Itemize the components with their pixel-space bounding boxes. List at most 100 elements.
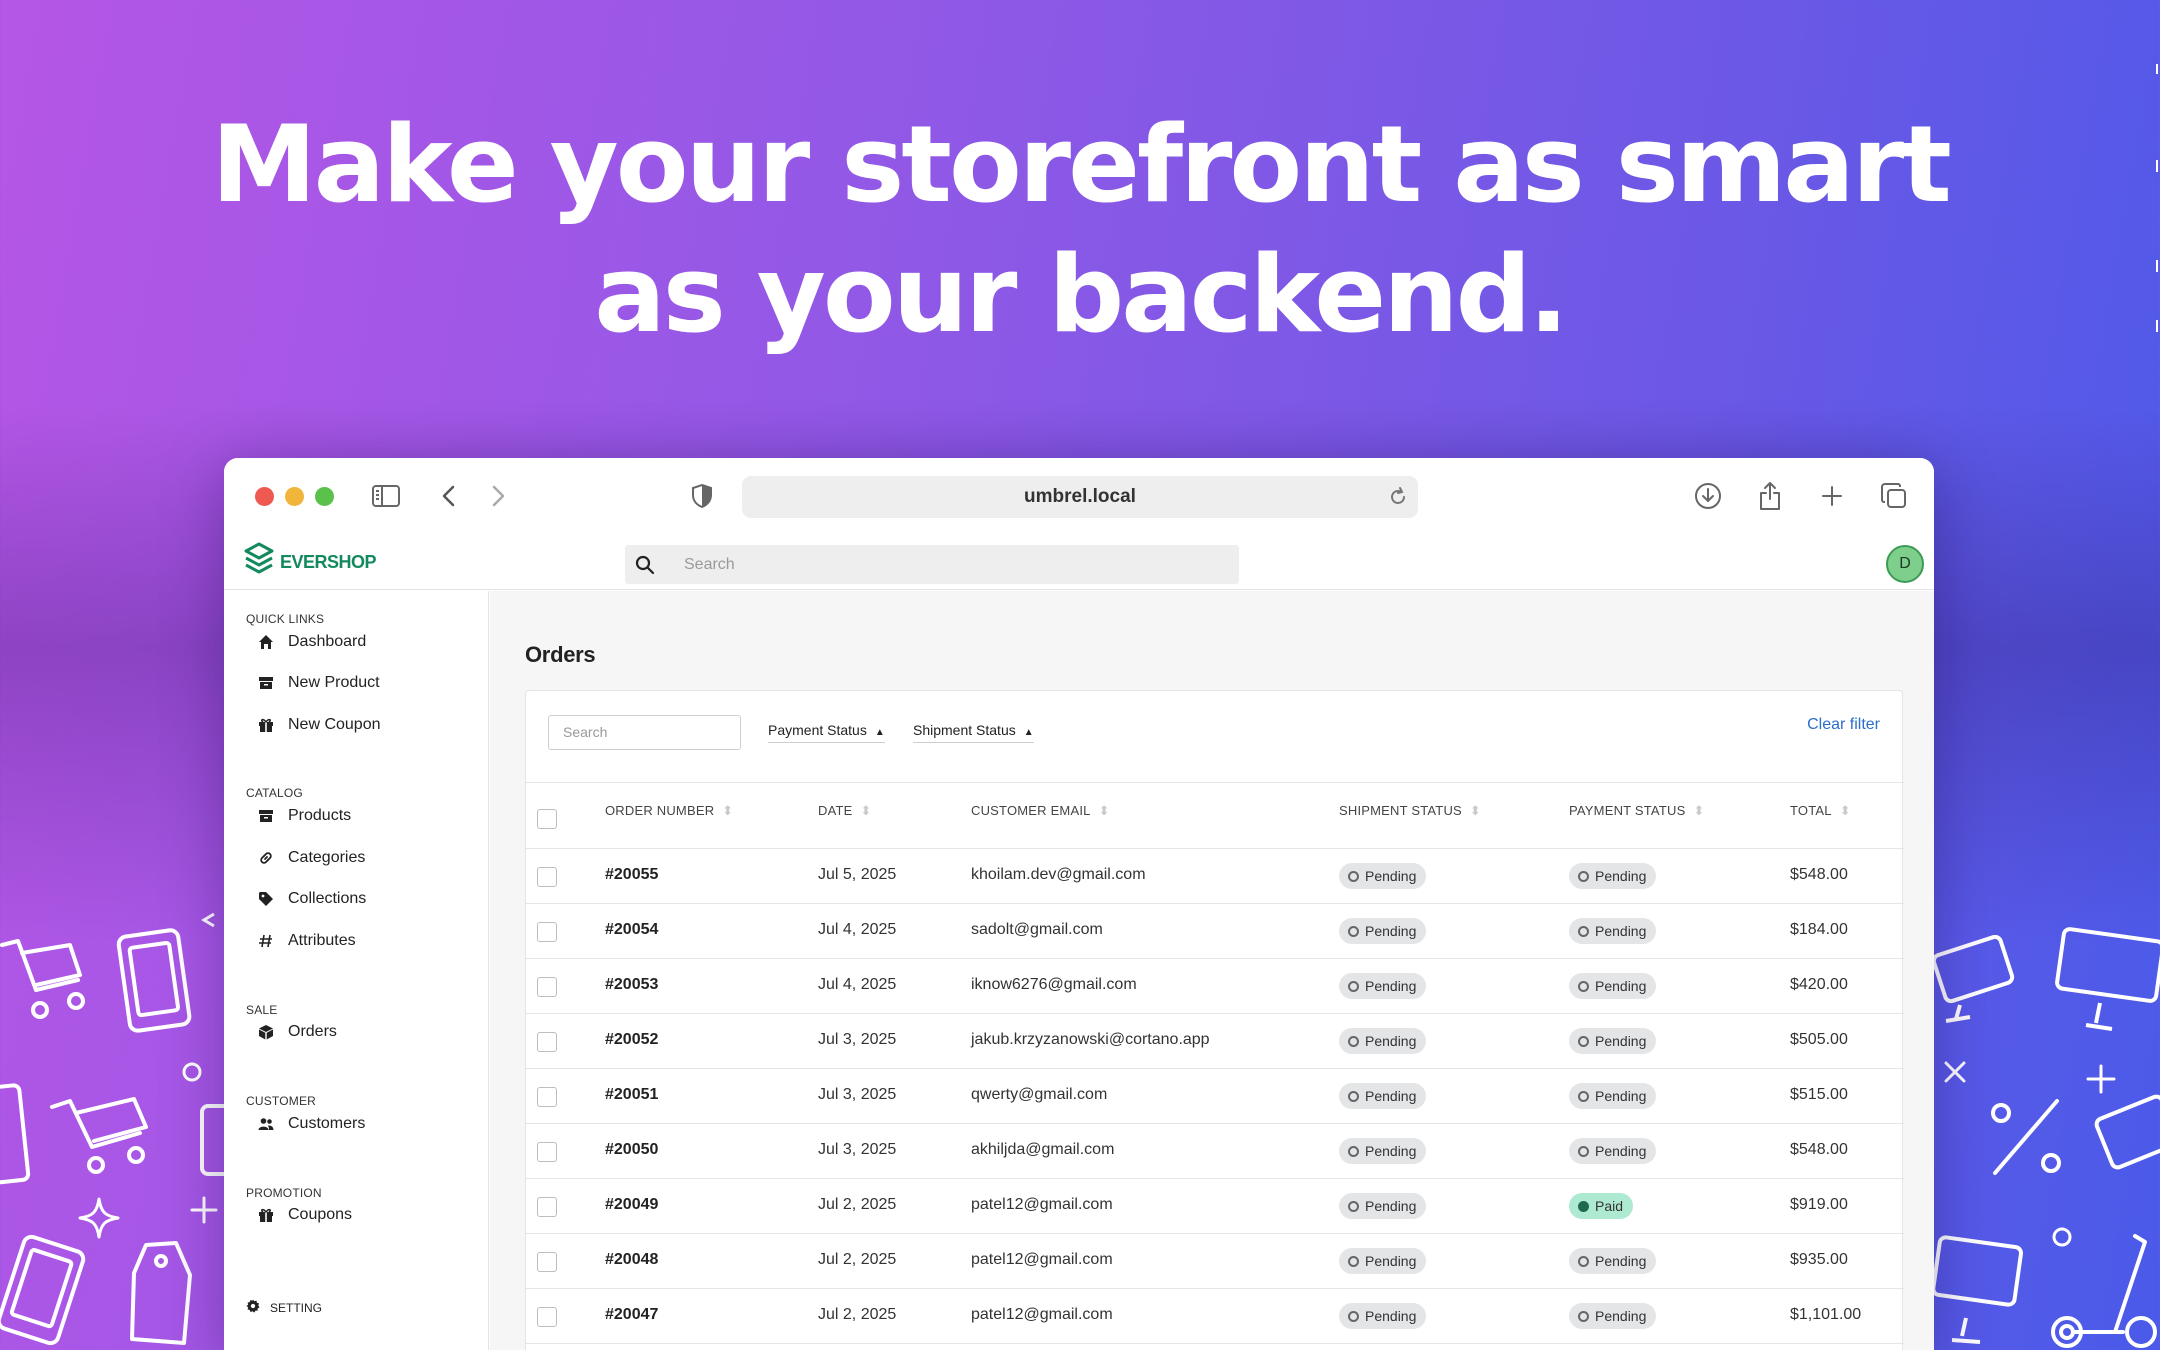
table-row[interactable]: #20051 Jul 3, 2025 qwerty@gmail.com Pending…: [526, 1069, 1904, 1124]
download-icon[interactable]: [1692, 480, 1724, 512]
select-all-checkbox[interactable]: [537, 809, 557, 829]
sidebar-item-categories[interactable]: Categories: [258, 844, 365, 872]
payment-status-badge: Pending: [1569, 918, 1657, 944]
order-number-link[interactable]: #20055: [605, 866, 658, 884]
table-row[interactable]: #20050 Jul 3, 2025 akhiljda@gmail.com Pendi…: [526, 1124, 1904, 1179]
status-dot-icon: [1578, 980, 1589, 992]
forward-icon[interactable]: [482, 480, 514, 512]
phone-doodle-icon: [196, 1100, 226, 1180]
shipment-status-text: Pending: [1365, 978, 1417, 994]
payment-status-text: Pending: [1595, 1253, 1647, 1269]
orders-card: Search Payment Status ▲ Shipment Status ▲ …: [525, 690, 1904, 1350]
table-row[interactable]: #20054 Jul 4, 2025 sadolt@gmail.com Pending…: [526, 904, 1904, 959]
back-icon[interactable]: [433, 480, 465, 512]
row-checkbox[interactable]: [537, 1307, 557, 1327]
order-total: $1,101.00: [1790, 1306, 1862, 1323]
payment-status-text: Paid: [1595, 1198, 1624, 1214]
row-checkbox[interactable]: [537, 1032, 557, 1052]
payment-status-filter[interactable]: Payment Status ▲: [768, 722, 885, 743]
row-checkbox[interactable]: [537, 867, 557, 887]
order-total: $548.00: [1790, 866, 1848, 883]
order-date: Jul 3, 2025: [818, 1031, 897, 1048]
close-window-button[interactable]: [255, 487, 274, 506]
sidebar-item-label: SETTING: [270, 1300, 323, 1315]
reload-icon[interactable]: [1386, 485, 1410, 515]
sidebar-section-customer: CUSTOMER: [246, 1094, 317, 1108]
order-total: $935.00: [1790, 1251, 1848, 1268]
sidebar-item-collections[interactable]: Collections: [258, 885, 366, 913]
row-checkbox[interactable]: [537, 1197, 557, 1217]
sidebar-item-attributes[interactable]: Attributes: [258, 927, 356, 955]
users-icon: [258, 1116, 274, 1132]
table-row[interactable]: #20053 Jul 4, 2025 iknow6276@gmail.com Pend…: [526, 959, 1904, 1014]
monitor-doodle-icon: [1932, 1232, 2027, 1350]
order-number-link[interactable]: #20052: [605, 1031, 658, 1049]
global-search-input[interactable]: Search: [625, 545, 1239, 584]
table-row[interactable]: #20049 Jul 2, 2025 patel12@gmail.com Pendin…: [526, 1179, 1904, 1234]
order-number-link[interactable]: #20048: [605, 1251, 658, 1269]
user-avatar[interactable]: D: [1886, 545, 1924, 583]
maximize-window-button[interactable]: [315, 487, 334, 506]
column-total[interactable]: TOTAL ⬍: [1790, 803, 1851, 819]
sidebar-section-promotion: PROMOTION: [246, 1186, 322, 1200]
new-tab-icon[interactable]: [1816, 480, 1848, 512]
sidebar-item-products[interactable]: Products: [258, 802, 351, 830]
payment-status-badge: Paid: [1569, 1193, 1634, 1219]
evershop-logo[interactable]: EVERSHOP: [244, 542, 377, 576]
row-checkbox[interactable]: [537, 1252, 557, 1272]
sidebar-item-customers[interactable]: Customers: [258, 1110, 365, 1138]
column-customer-email[interactable]: CUSTOMER EMAIL ⬍: [971, 803, 1110, 819]
sidebar-item-coupons[interactable]: Coupons: [258, 1201, 352, 1229]
order-number-link[interactable]: #20054: [605, 921, 658, 939]
column-date[interactable]: DATE ⬍: [818, 803, 872, 819]
minimize-window-button[interactable]: [285, 487, 304, 506]
sidebar-item-orders[interactable]: Orders: [258, 1018, 337, 1046]
monitor-doodle-icon: [2050, 925, 2160, 1035]
sidebar-item-label: New Product: [288, 674, 380, 691]
address-bar[interactable]: umbrel.local: [742, 476, 1418, 518]
sidebar-section-quick-links: QUICK LINKS: [246, 612, 325, 626]
row-checkbox[interactable]: [537, 922, 557, 942]
order-total: $420.00: [1790, 976, 1848, 993]
scooter-doodle-icon: [2045, 1232, 2160, 1350]
table-row[interactable]: #20052 Jul 3, 2025 jakub.krzyzanowski@cort…: [526, 1014, 1904, 1069]
sidebar-item-label: New Coupon: [288, 716, 381, 733]
clear-filter-link[interactable]: Clear filter: [1807, 716, 1880, 734]
order-number-link[interactable]: #20051: [605, 1086, 658, 1104]
order-number-link[interactable]: #20053: [605, 976, 658, 994]
order-number-link[interactable]: #20050: [605, 1141, 658, 1159]
shipment-status-filter[interactable]: Shipment Status ▲: [913, 722, 1034, 743]
orders-search-input[interactable]: Search: [548, 715, 741, 750]
sidebar-item-dashboard[interactable]: Dashboard: [258, 628, 366, 656]
column-order-number[interactable]: ORDER NUMBER ⬍: [605, 803, 733, 819]
table-row[interactable]: #20055 Jul 5, 2025 khoilam.dev@gmail.com Pe…: [526, 849, 1904, 904]
row-checkbox[interactable]: [537, 1087, 557, 1107]
status-dot-icon: [1578, 1145, 1589, 1157]
home-icon: [258, 634, 274, 650]
browser-toolbar: umbrel.local: [224, 458, 1934, 534]
shipment-status-text: Pending: [1365, 1308, 1417, 1324]
shield-icon[interactable]: [686, 480, 718, 512]
order-number-link[interactable]: #20049: [605, 1196, 658, 1214]
sidebar-item-setting[interactable]: SETTING: [246, 1299, 322, 1316]
status-dot-icon: [1578, 1200, 1589, 1212]
column-shipment-status[interactable]: SHIPMENT STATUS ⬍: [1339, 803, 1481, 819]
logo-icon: [244, 542, 274, 574]
share-icon[interactable]: [1754, 480, 1786, 512]
sort-icon: ⬍: [1839, 803, 1851, 818]
archive-icon: [258, 808, 274, 824]
tab-overview-icon[interactable]: [1878, 480, 1910, 512]
table-body: #20055 Jul 5, 2025 khoilam.dev@gmail.com Pe…: [526, 849, 1904, 1344]
table-row[interactable]: #20047 Jul 2, 2025 patel12@gmail.com Pendin…: [526, 1289, 1904, 1344]
sidebar-item-new-product[interactable]: New Product: [258, 669, 380, 697]
column-payment-status[interactable]: PAYMENT STATUS ⬍: [1569, 803, 1705, 819]
sidebar-item-new-coupon[interactable]: New Coupon: [258, 711, 381, 739]
sidebar-item-label: Categories: [288, 849, 366, 866]
row-checkbox[interactable]: [537, 977, 557, 997]
sidebar-toggle-icon[interactable]: [370, 480, 402, 512]
table-row[interactable]: #20048 Jul 2, 2025 patel12@gmail.com Pendin…: [526, 1234, 1904, 1289]
payment-status-text: Pending: [1595, 978, 1647, 994]
row-checkbox[interactable]: [537, 1142, 557, 1162]
order-number-link[interactable]: #20047: [605, 1306, 658, 1324]
payment-status-text: Pending: [1595, 1143, 1647, 1159]
